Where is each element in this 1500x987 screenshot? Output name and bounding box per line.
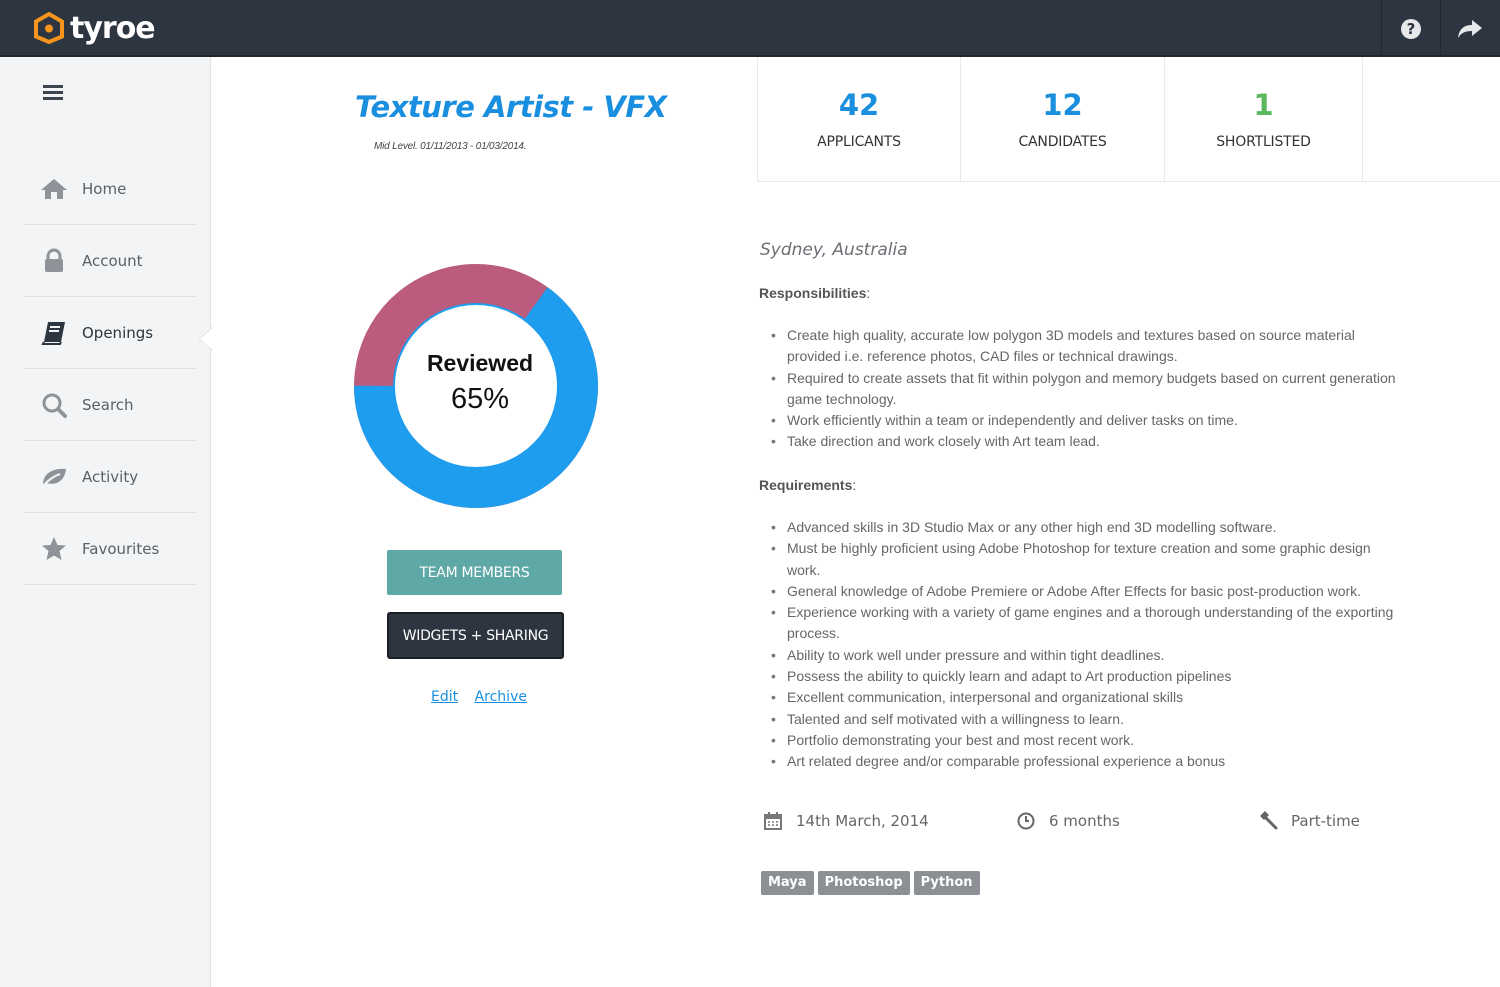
brand-logo[interactable]: tyroe bbox=[34, 10, 156, 46]
sidebar-item-favourites[interactable]: Favourites bbox=[24, 513, 196, 585]
review-progress-label: Reviewed 65% bbox=[390, 350, 570, 416]
sidebar-item-home[interactable]: Home bbox=[24, 153, 196, 225]
sidebar-item-label: Account bbox=[82, 251, 143, 270]
sidebar-item-label: Openings bbox=[82, 323, 154, 342]
hamburger-menu-icon[interactable] bbox=[40, 81, 66, 103]
calendar-icon bbox=[762, 810, 784, 832]
list-item: Required to create assets that fit withi… bbox=[771, 368, 1401, 411]
stat-label: APPLICANTS bbox=[817, 134, 901, 150]
list-item: Portfolio demonstrating your best and mo… bbox=[771, 730, 1401, 752]
star-icon bbox=[38, 535, 70, 563]
progress-percent: 65% bbox=[450, 383, 510, 415]
list-item: Advanced skills in 3D Studio Max or any … bbox=[771, 517, 1401, 539]
leaf-icon bbox=[38, 463, 70, 491]
skill-tag[interactable]: Python bbox=[913, 871, 980, 895]
start-date-text: 14th March, 2014 bbox=[796, 812, 929, 830]
employment-type: Part-time bbox=[1257, 808, 1360, 834]
stat-value: 1 bbox=[1253, 88, 1274, 122]
stat-value: 12 bbox=[1042, 88, 1083, 122]
book-icon bbox=[38, 319, 70, 347]
hexagon-logo-icon bbox=[34, 12, 64, 44]
list-item: Create high quality, accurate low polygo… bbox=[771, 325, 1401, 368]
requirements-list: Advanced skills in 3D Studio Max or any … bbox=[771, 517, 1401, 773]
top-bar: tyroe ? bbox=[0, 0, 1500, 57]
job-title: Texture Artist - VFX bbox=[355, 90, 667, 124]
search-icon bbox=[38, 391, 70, 419]
skill-tags: Maya Photoshop Python bbox=[761, 871, 980, 895]
stat-label: SHORTLISTED bbox=[1216, 134, 1311, 150]
stat-shortlisted[interactable]: 1 SHORTLISTED bbox=[1164, 57, 1362, 182]
sidebar-item-account[interactable]: Account bbox=[24, 225, 196, 297]
lock-icon bbox=[38, 247, 70, 275]
share-arrow-icon bbox=[1457, 19, 1482, 38]
list-item: Excellent communication, interpersonal a… bbox=[771, 687, 1401, 709]
job-actions: Edit Archive bbox=[431, 689, 539, 705]
requirements-heading: Requirements: bbox=[759, 477, 857, 493]
sidebar-item-openings[interactable]: Openings bbox=[24, 297, 196, 369]
archive-link[interactable]: Archive bbox=[475, 689, 527, 705]
svg-text:?: ? bbox=[1406, 20, 1415, 38]
start-date: 14th March, 2014 bbox=[762, 808, 929, 834]
employment-type-text: Part-time bbox=[1291, 812, 1360, 830]
clock-icon bbox=[1015, 810, 1037, 832]
stat-empty-cell bbox=[1362, 57, 1500, 182]
list-item: Possess the ability to quickly learn and… bbox=[771, 666, 1401, 688]
stat-candidates[interactable]: 12 CANDIDATES bbox=[960, 57, 1164, 182]
active-indicator bbox=[199, 327, 213, 351]
stats-panel: 42 APPLICANTS 12 CANDIDATES 1 SHORTLISTE… bbox=[757, 57, 1500, 182]
progress-caption: Reviewed bbox=[426, 350, 534, 376]
list-item: Take direction and work closely with Art… bbox=[771, 431, 1401, 453]
skill-tag[interactable]: Photoshop bbox=[817, 871, 910, 895]
home-icon bbox=[38, 175, 70, 203]
sidebar-item-label: Activity bbox=[82, 467, 139, 486]
hammer-icon bbox=[1257, 810, 1279, 832]
list-item: Must be highly proficient using Adobe Ph… bbox=[771, 538, 1401, 581]
list-item: Experience working with a variety of gam… bbox=[771, 602, 1401, 645]
sidebar-item-label: Search bbox=[82, 395, 134, 414]
stat-applicants[interactable]: 42 APPLICANTS bbox=[757, 57, 960, 182]
responsibilities-heading: Responsibilities: bbox=[759, 285, 871, 301]
help-icon: ? bbox=[1400, 18, 1421, 39]
sidebar-item-label: Favourites bbox=[82, 539, 160, 558]
sidebar-item-search[interactable]: Search bbox=[24, 369, 196, 441]
sidebar-item-activity[interactable]: Activity bbox=[24, 441, 196, 513]
duration-text: 6 months bbox=[1049, 812, 1120, 830]
widgets-sharing-button[interactable]: WIDGETS + SHARING bbox=[387, 612, 564, 659]
sidebar-item-label: Home bbox=[82, 179, 127, 198]
share-button[interactable] bbox=[1440, 0, 1498, 57]
list-item: Talented and self motivated with a willi… bbox=[771, 709, 1401, 731]
team-members-button[interactable]: TEAM MEMBERS bbox=[387, 550, 562, 595]
help-button[interactable]: ? bbox=[1381, 0, 1439, 57]
edit-link[interactable]: Edit bbox=[431, 689, 458, 705]
brand-name: tyroe bbox=[70, 10, 156, 46]
duration: 6 months bbox=[1015, 808, 1120, 834]
job-meta: Mid Level. 01/11/2013 - 01/03/2014. bbox=[374, 141, 527, 152]
list-item: Work efficiently within a team or indepe… bbox=[771, 410, 1401, 432]
job-location: Sydney, Australia bbox=[760, 240, 908, 260]
skill-tag[interactable]: Maya bbox=[761, 871, 814, 895]
stat-value: 42 bbox=[838, 88, 880, 122]
list-item: General knowledge of Adobe Premiere or A… bbox=[771, 581, 1401, 603]
list-item: Art related degree and/or comparable pro… bbox=[771, 751, 1401, 773]
stat-label: CANDIDATES bbox=[1018, 134, 1107, 150]
list-item: Ability to work well under pressure and … bbox=[771, 645, 1401, 667]
responsibilities-list: Create high quality, accurate low polygo… bbox=[771, 325, 1401, 453]
